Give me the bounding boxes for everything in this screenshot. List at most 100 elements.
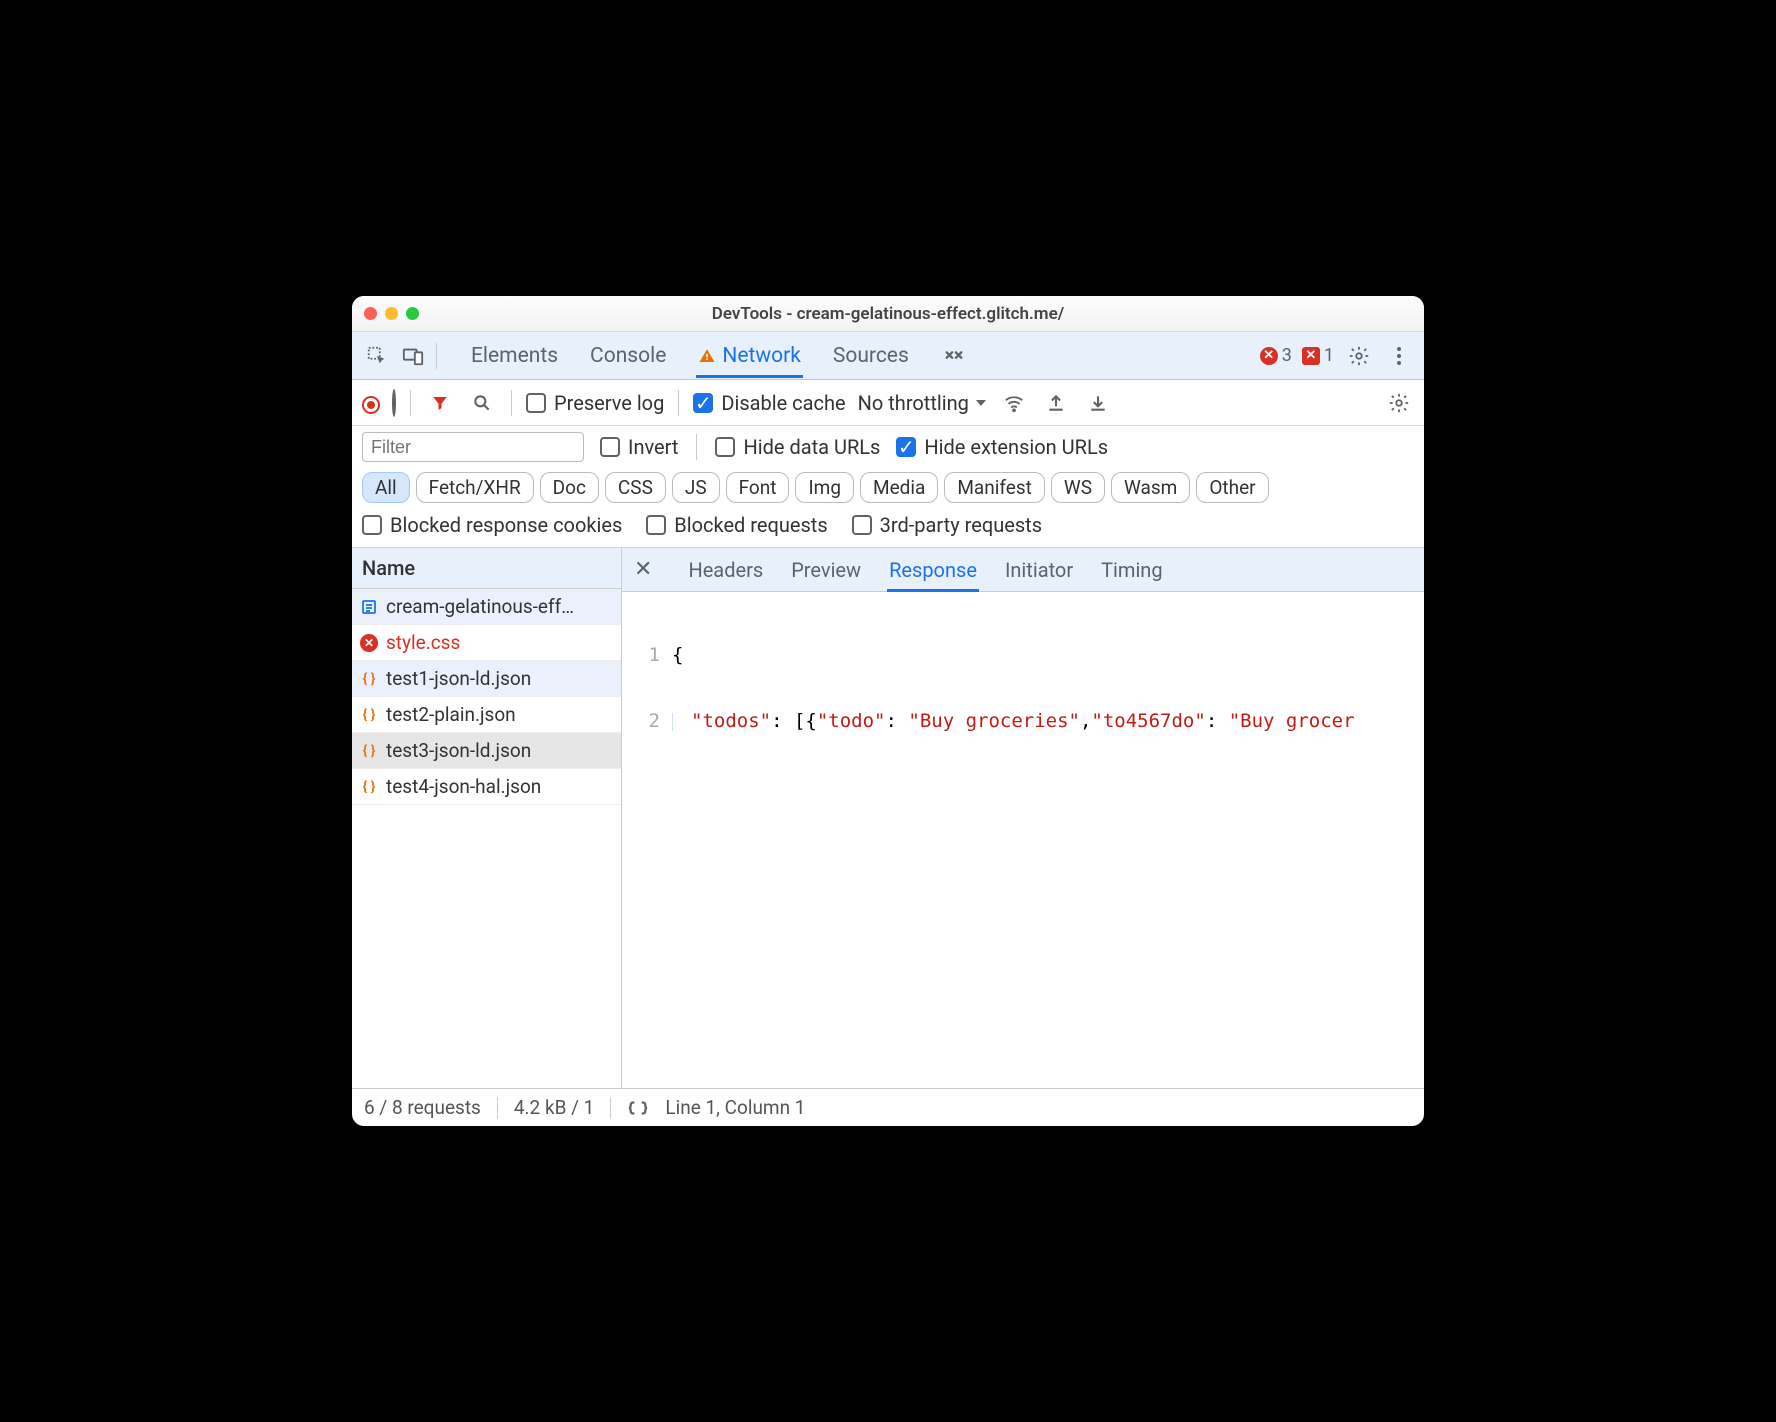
third-party-label: 3rd-party requests: [880, 513, 1042, 537]
device-toggle-icon[interactable]: [398, 341, 428, 371]
network-conditions-icon[interactable]: [999, 388, 1029, 418]
json-icon: { }: [360, 706, 378, 724]
code-token: {: [672, 644, 683, 666]
upload-har-icon[interactable]: [1041, 388, 1071, 418]
request-name: test2-plain.json: [386, 703, 516, 726]
minimize-window-button[interactable]: [385, 307, 398, 320]
request-row[interactable]: cream-gelatinous-eff…: [352, 589, 621, 625]
response-code-view[interactable]: 1 { 2 "todos": [{"todo": "Buy groceries"…: [622, 592, 1424, 1088]
blocked-cookies-checkbox[interactable]: Blocked response cookies: [362, 513, 622, 537]
download-har-icon[interactable]: [1083, 388, 1113, 418]
error-count-badge[interactable]: ✕ 3: [1260, 345, 1292, 366]
panel-tabs: Elements Console Network Sources: [469, 334, 969, 378]
tab-network[interactable]: Network: [696, 334, 803, 378]
preserve-log-label: Preserve log: [554, 391, 664, 415]
hide-data-urls-label: Hide data URLs: [743, 435, 880, 459]
detail-tab-timing[interactable]: Timing: [1099, 548, 1164, 592]
request-row[interactable]: { }test1-json-ld.json: [352, 661, 621, 697]
divider: [436, 343, 437, 369]
detail-tab-headers[interactable]: Headers: [686, 548, 765, 592]
settings-gear-icon[interactable]: [1344, 341, 1374, 371]
request-name: test4-json-hal.json: [386, 775, 541, 798]
disable-cache-checkbox[interactable]: ✓Disable cache: [693, 391, 845, 415]
throttling-value: No throttling: [858, 391, 969, 415]
network-settings-gear-icon[interactable]: [1384, 388, 1414, 418]
third-party-checkbox[interactable]: 3rd-party requests: [852, 513, 1042, 537]
divider: [678, 390, 679, 416]
divider: [497, 1097, 498, 1119]
detail-tab-response[interactable]: Response: [887, 548, 979, 592]
request-row[interactable]: { } test2-plain.json: [352, 697, 621, 733]
kebab-menu-icon[interactable]: [1384, 341, 1414, 371]
warning-icon: [698, 347, 716, 365]
network-toolbar: Preserve log ✓Disable cache No throttlin…: [352, 380, 1424, 426]
error-circle-count: 3: [1282, 345, 1292, 366]
filter-input[interactable]: [362, 432, 584, 462]
detail-pane: ✕ Headers Preview Response Initiator Tim…: [622, 548, 1424, 1088]
chip-all[interactable]: All: [362, 472, 410, 503]
traffic-lights: [364, 307, 419, 320]
divider: [511, 390, 512, 416]
code-token: : [{: [771, 710, 817, 732]
inspect-element-icon[interactable]: [362, 341, 392, 371]
request-row[interactable]: ✕style.css: [352, 625, 621, 661]
chip-img[interactable]: Img: [795, 472, 854, 503]
issue-square-icon: ✕: [1302, 347, 1320, 365]
maximize-window-button[interactable]: [406, 307, 419, 320]
chip-font[interactable]: Font: [726, 472, 790, 503]
hide-data-urls-checkbox[interactable]: Hide data URLs: [715, 435, 880, 459]
chip-manifest[interactable]: Manifest: [944, 472, 1045, 503]
record-button[interactable]: [362, 391, 380, 415]
code-token: "todos": [691, 710, 771, 732]
code-token: "Buy grocer: [1229, 710, 1355, 732]
search-icon[interactable]: [467, 388, 497, 418]
request-row[interactable]: { }test3-json-ld.json: [352, 733, 621, 769]
throttling-select[interactable]: No throttling: [858, 391, 987, 415]
header-right-controls: ✕ 3 ✕ 1: [1260, 341, 1414, 371]
blocked-requests-checkbox[interactable]: Blocked requests: [646, 513, 827, 537]
chip-js[interactable]: JS: [672, 472, 720, 503]
filter-toggle-icon[interactable]: [425, 388, 455, 418]
invert-checkbox[interactable]: Invert: [600, 435, 678, 459]
error-circle-icon: ✕: [1260, 347, 1278, 365]
json-icon: { }: [360, 670, 378, 688]
name-column-header[interactable]: Name: [352, 548, 621, 589]
chip-css[interactable]: CSS: [605, 472, 666, 503]
chip-ws[interactable]: WS: [1051, 472, 1105, 503]
json-icon: { }: [360, 778, 378, 796]
tab-elements[interactable]: Elements: [469, 334, 560, 378]
titlebar: DevTools - cream-gelatinous-effect.glitc…: [352, 296, 1424, 332]
request-list-sidebar: Name cream-gelatinous-eff…✕style.css{ }t…: [352, 548, 622, 1088]
tab-console[interactable]: Console: [588, 334, 668, 378]
divider: [410, 390, 411, 416]
issue-count-badge[interactable]: ✕ 1: [1302, 345, 1334, 366]
chip-media[interactable]: Media: [860, 472, 938, 503]
indent-guide: [672, 713, 673, 731]
request-row[interactable]: { } test4-json-hal.json: [352, 769, 621, 805]
detail-tab-preview[interactable]: Preview: [789, 548, 863, 592]
close-window-button[interactable]: [364, 307, 377, 320]
code-token: "to4567do": [1091, 710, 1205, 732]
tab-sources[interactable]: Sources: [831, 334, 911, 378]
format-icon[interactable]: [627, 1099, 649, 1117]
chip-wasm[interactable]: Wasm: [1111, 472, 1190, 503]
chip-fetch-xhr[interactable]: Fetch/XHR: [416, 472, 534, 503]
close-detail-icon[interactable]: ✕: [628, 557, 662, 582]
error-icon: ✕: [360, 634, 378, 652]
line-number: 2: [622, 710, 672, 732]
chip-doc[interactable]: Doc: [540, 472, 599, 503]
code-line-2: 2 "todos": [{"todo": "Buy groceries","to…: [622, 710, 1424, 732]
json-icon: { }: [360, 742, 378, 760]
clear-button[interactable]: [392, 391, 396, 415]
detail-tab-initiator[interactable]: Initiator: [1003, 548, 1075, 592]
type-filter-chips: All Fetch/XHR Doc CSS JS Font Img Media …: [352, 468, 1424, 509]
preserve-log-checkbox[interactable]: Preserve log: [526, 391, 664, 415]
window-title: DevTools - cream-gelatinous-effect.glitc…: [352, 304, 1424, 324]
more-tabs-icon[interactable]: [939, 341, 969, 371]
hide-extension-urls-checkbox[interactable]: ✓Hide extension URLs: [896, 435, 1108, 459]
chip-other[interactable]: Other: [1196, 472, 1268, 503]
code-token: "todo": [817, 710, 886, 732]
extra-filters-row: Blocked response cookies Blocked request…: [352, 509, 1424, 548]
disable-cache-label: Disable cache: [721, 391, 845, 415]
code-token: :: [1206, 710, 1229, 732]
